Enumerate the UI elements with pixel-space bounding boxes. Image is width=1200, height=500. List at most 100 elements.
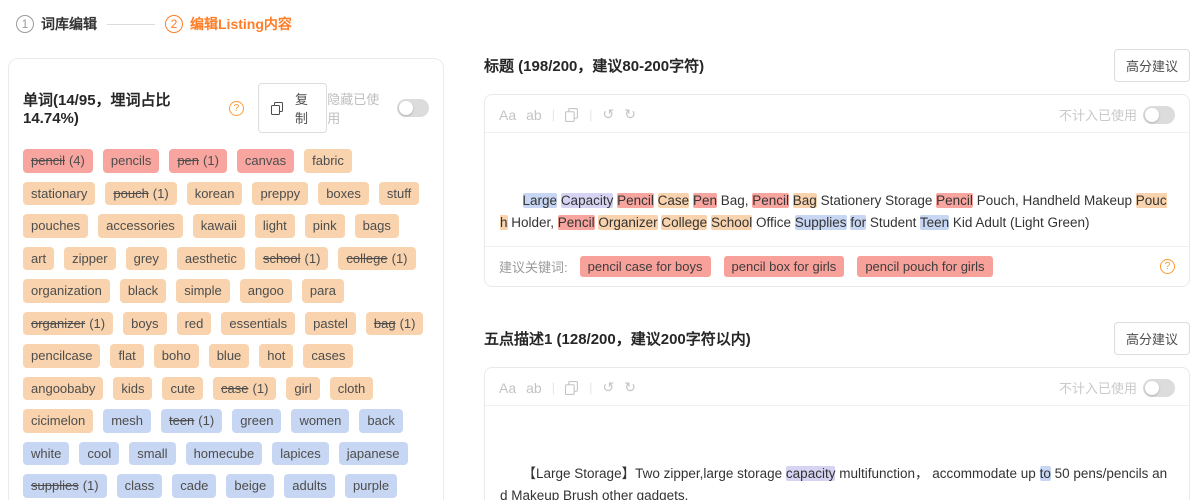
word-tag[interactable]: cute xyxy=(162,376,204,401)
word-tag[interactable]: canvas xyxy=(236,149,295,173)
high-score-suggestion-button[interactable]: 高分建议 xyxy=(1113,321,1190,355)
word-tag[interactable]: case (1) xyxy=(213,376,277,401)
word-tag[interactable]: college (1) xyxy=(338,246,416,271)
word-tag[interactable]: pink xyxy=(304,214,345,238)
word-tag[interactable]: mesh xyxy=(103,409,151,433)
word-tag[interactable]: pouch (1) xyxy=(105,181,177,206)
word-tag[interactable]: pastel xyxy=(305,311,356,336)
word-tag[interactable]: cool xyxy=(79,441,120,466)
word-tag[interactable]: hot xyxy=(259,344,294,368)
word-tag[interactable]: boxes xyxy=(318,181,369,206)
word-tag[interactable]: teen (1) xyxy=(160,409,223,433)
word-tag[interactable]: adults xyxy=(284,474,335,499)
help-icon[interactable]: ? xyxy=(228,100,244,116)
word-tag[interactable]: pencils xyxy=(102,149,160,173)
word-tag[interactable]: korean xyxy=(186,181,243,206)
word-tag[interactable]: cicimelon xyxy=(23,409,94,433)
word-tag[interactable]: white xyxy=(23,441,70,466)
bullet1-text-input[interactable]: 【Large Storage】Two zipper,large storage … xyxy=(485,405,1189,500)
word-tag[interactable]: kids xyxy=(113,376,153,401)
exclude-used-toggle[interactable] xyxy=(1143,378,1175,397)
word-tag[interactable]: lapices xyxy=(272,441,329,466)
word-tag[interactable]: angoo xyxy=(239,279,292,303)
word-tag[interactable]: stationary xyxy=(23,181,96,206)
help-icon[interactable]: ? xyxy=(1160,259,1175,275)
word-tag[interactable]: girl xyxy=(286,376,320,401)
word-tag[interactable]: light xyxy=(254,214,295,238)
word-tag[interactable]: pencil (4) xyxy=(23,149,93,173)
word-tag[interactable]: organizer (1) xyxy=(23,311,114,336)
redo-icon[interactable]: ↻ xyxy=(624,106,636,123)
word-tag[interactable]: boho xyxy=(153,344,199,368)
exclude-used-control: 不计入已使用 xyxy=(1059,105,1175,124)
hide-used-toggle[interactable] xyxy=(397,99,430,117)
word-tag[interactable]: aesthetic xyxy=(176,246,245,271)
uppercase-icon[interactable]: Aa xyxy=(499,107,516,123)
word-tag[interactable]: class xyxy=(116,474,163,499)
paste-icon[interactable] xyxy=(565,380,579,395)
step-1-number-icon: 1 xyxy=(16,15,34,33)
suggest-keyword-tag[interactable]: pencil pouch for girls xyxy=(857,256,993,278)
word-tag[interactable]: pouches xyxy=(23,214,89,238)
copy-button-label: 复制 xyxy=(295,92,309,126)
word-tag[interactable]: women xyxy=(291,409,350,433)
word-panel-header: 单词(14/95，埋词占比14.74%) ? 复制 隐藏已使用 xyxy=(23,83,430,133)
word-tag[interactable]: bag (1) xyxy=(365,311,424,336)
word-tag[interactable]: accessories xyxy=(98,214,183,238)
paste-icon[interactable] xyxy=(565,107,579,122)
redo-icon[interactable]: ↻ xyxy=(624,379,636,396)
word-tag[interactable]: angoobaby xyxy=(23,376,104,401)
word-tag[interactable]: simple xyxy=(176,279,230,303)
word-tag[interactable]: supplies (1) xyxy=(23,474,107,499)
word-tag[interactable]: zipper xyxy=(64,246,116,271)
suggest-keyword-tag[interactable]: pencil case for boys xyxy=(579,256,711,278)
word-tag[interactable]: preppy xyxy=(252,181,309,206)
word-tag[interactable]: cade xyxy=(172,474,217,499)
lowercase-icon[interactable]: ab xyxy=(526,107,542,123)
toolbar-divider: | xyxy=(589,380,593,396)
bullet1-editor: Aa ab | | ↺ ↻ 不计入已使用 【Large Storage】Two … xyxy=(484,367,1190,500)
word-tag[interactable]: cloth xyxy=(329,376,374,401)
hide-used-control: 隐藏已使用 xyxy=(327,89,430,127)
title-editor-toolbar: Aa ab | | ↺ ↻ 不计入已使用 xyxy=(485,95,1189,132)
word-tag[interactable]: grey xyxy=(125,246,167,271)
word-tag[interactable]: essentials xyxy=(221,311,296,336)
high-score-suggestion-button[interactable]: 高分建议 xyxy=(1113,48,1190,82)
bullet1-editor-toolbar: Aa ab | | ↺ ↻ 不计入已使用 xyxy=(485,368,1189,405)
word-tag[interactable]: green xyxy=(232,409,282,433)
word-tag[interactable]: para xyxy=(301,279,344,303)
word-tag[interactable]: kawaii xyxy=(192,214,245,238)
word-panel: 单词(14/95，埋词占比14.74%) ? 复制 隐藏已使用 pencil (4… xyxy=(8,58,444,500)
word-tag[interactable]: blue xyxy=(208,344,250,368)
undo-icon[interactable]: ↺ xyxy=(602,106,614,123)
word-tag[interactable]: stuff xyxy=(378,181,420,206)
step-word-library[interactable]: 1 词库编辑 xyxy=(16,14,97,34)
word-tag[interactable]: fabric xyxy=(304,149,352,173)
word-tag[interactable]: small xyxy=(129,441,176,466)
copy-button[interactable]: 复制 xyxy=(257,83,328,133)
word-tag[interactable]: red xyxy=(176,311,212,336)
lowercase-icon[interactable]: ab xyxy=(526,380,542,396)
word-tag[interactable]: bags xyxy=(354,214,399,238)
listing-content-column: 标题 (198/200，建议80-200字符) 高分建议 Aa ab | | ↺… xyxy=(484,48,1190,500)
undo-icon[interactable]: ↺ xyxy=(602,379,614,396)
word-tag[interactable]: flat xyxy=(110,344,144,368)
word-tag[interactable]: black xyxy=(119,279,167,303)
word-tag[interactable]: beige xyxy=(226,474,275,499)
word-tag[interactable]: purple xyxy=(344,474,398,499)
word-tag[interactable]: japanese xyxy=(338,441,408,466)
word-tag[interactable]: pen (1) xyxy=(169,149,227,173)
word-tag[interactable]: homecube xyxy=(185,441,263,466)
word-tag[interactable]: back xyxy=(359,409,403,433)
word-tag[interactable]: art xyxy=(23,246,55,271)
word-tag[interactable]: cases xyxy=(303,344,354,368)
exclude-used-toggle[interactable] xyxy=(1143,105,1175,124)
title-text-input[interactable]: Large Capacity Pencil Case Pen Bag, Penc… xyxy=(485,132,1189,246)
word-tag[interactable]: school (1) xyxy=(254,246,329,271)
word-tag[interactable]: organization xyxy=(23,279,110,303)
word-tag[interactable]: boys xyxy=(123,311,167,336)
word-tag[interactable]: pencilcase xyxy=(23,344,101,368)
uppercase-icon[interactable]: Aa xyxy=(499,380,516,396)
step-edit-listing[interactable]: 2 编辑Listing内容 xyxy=(165,14,292,34)
suggest-keyword-tag[interactable]: pencil box for girls xyxy=(723,256,845,278)
